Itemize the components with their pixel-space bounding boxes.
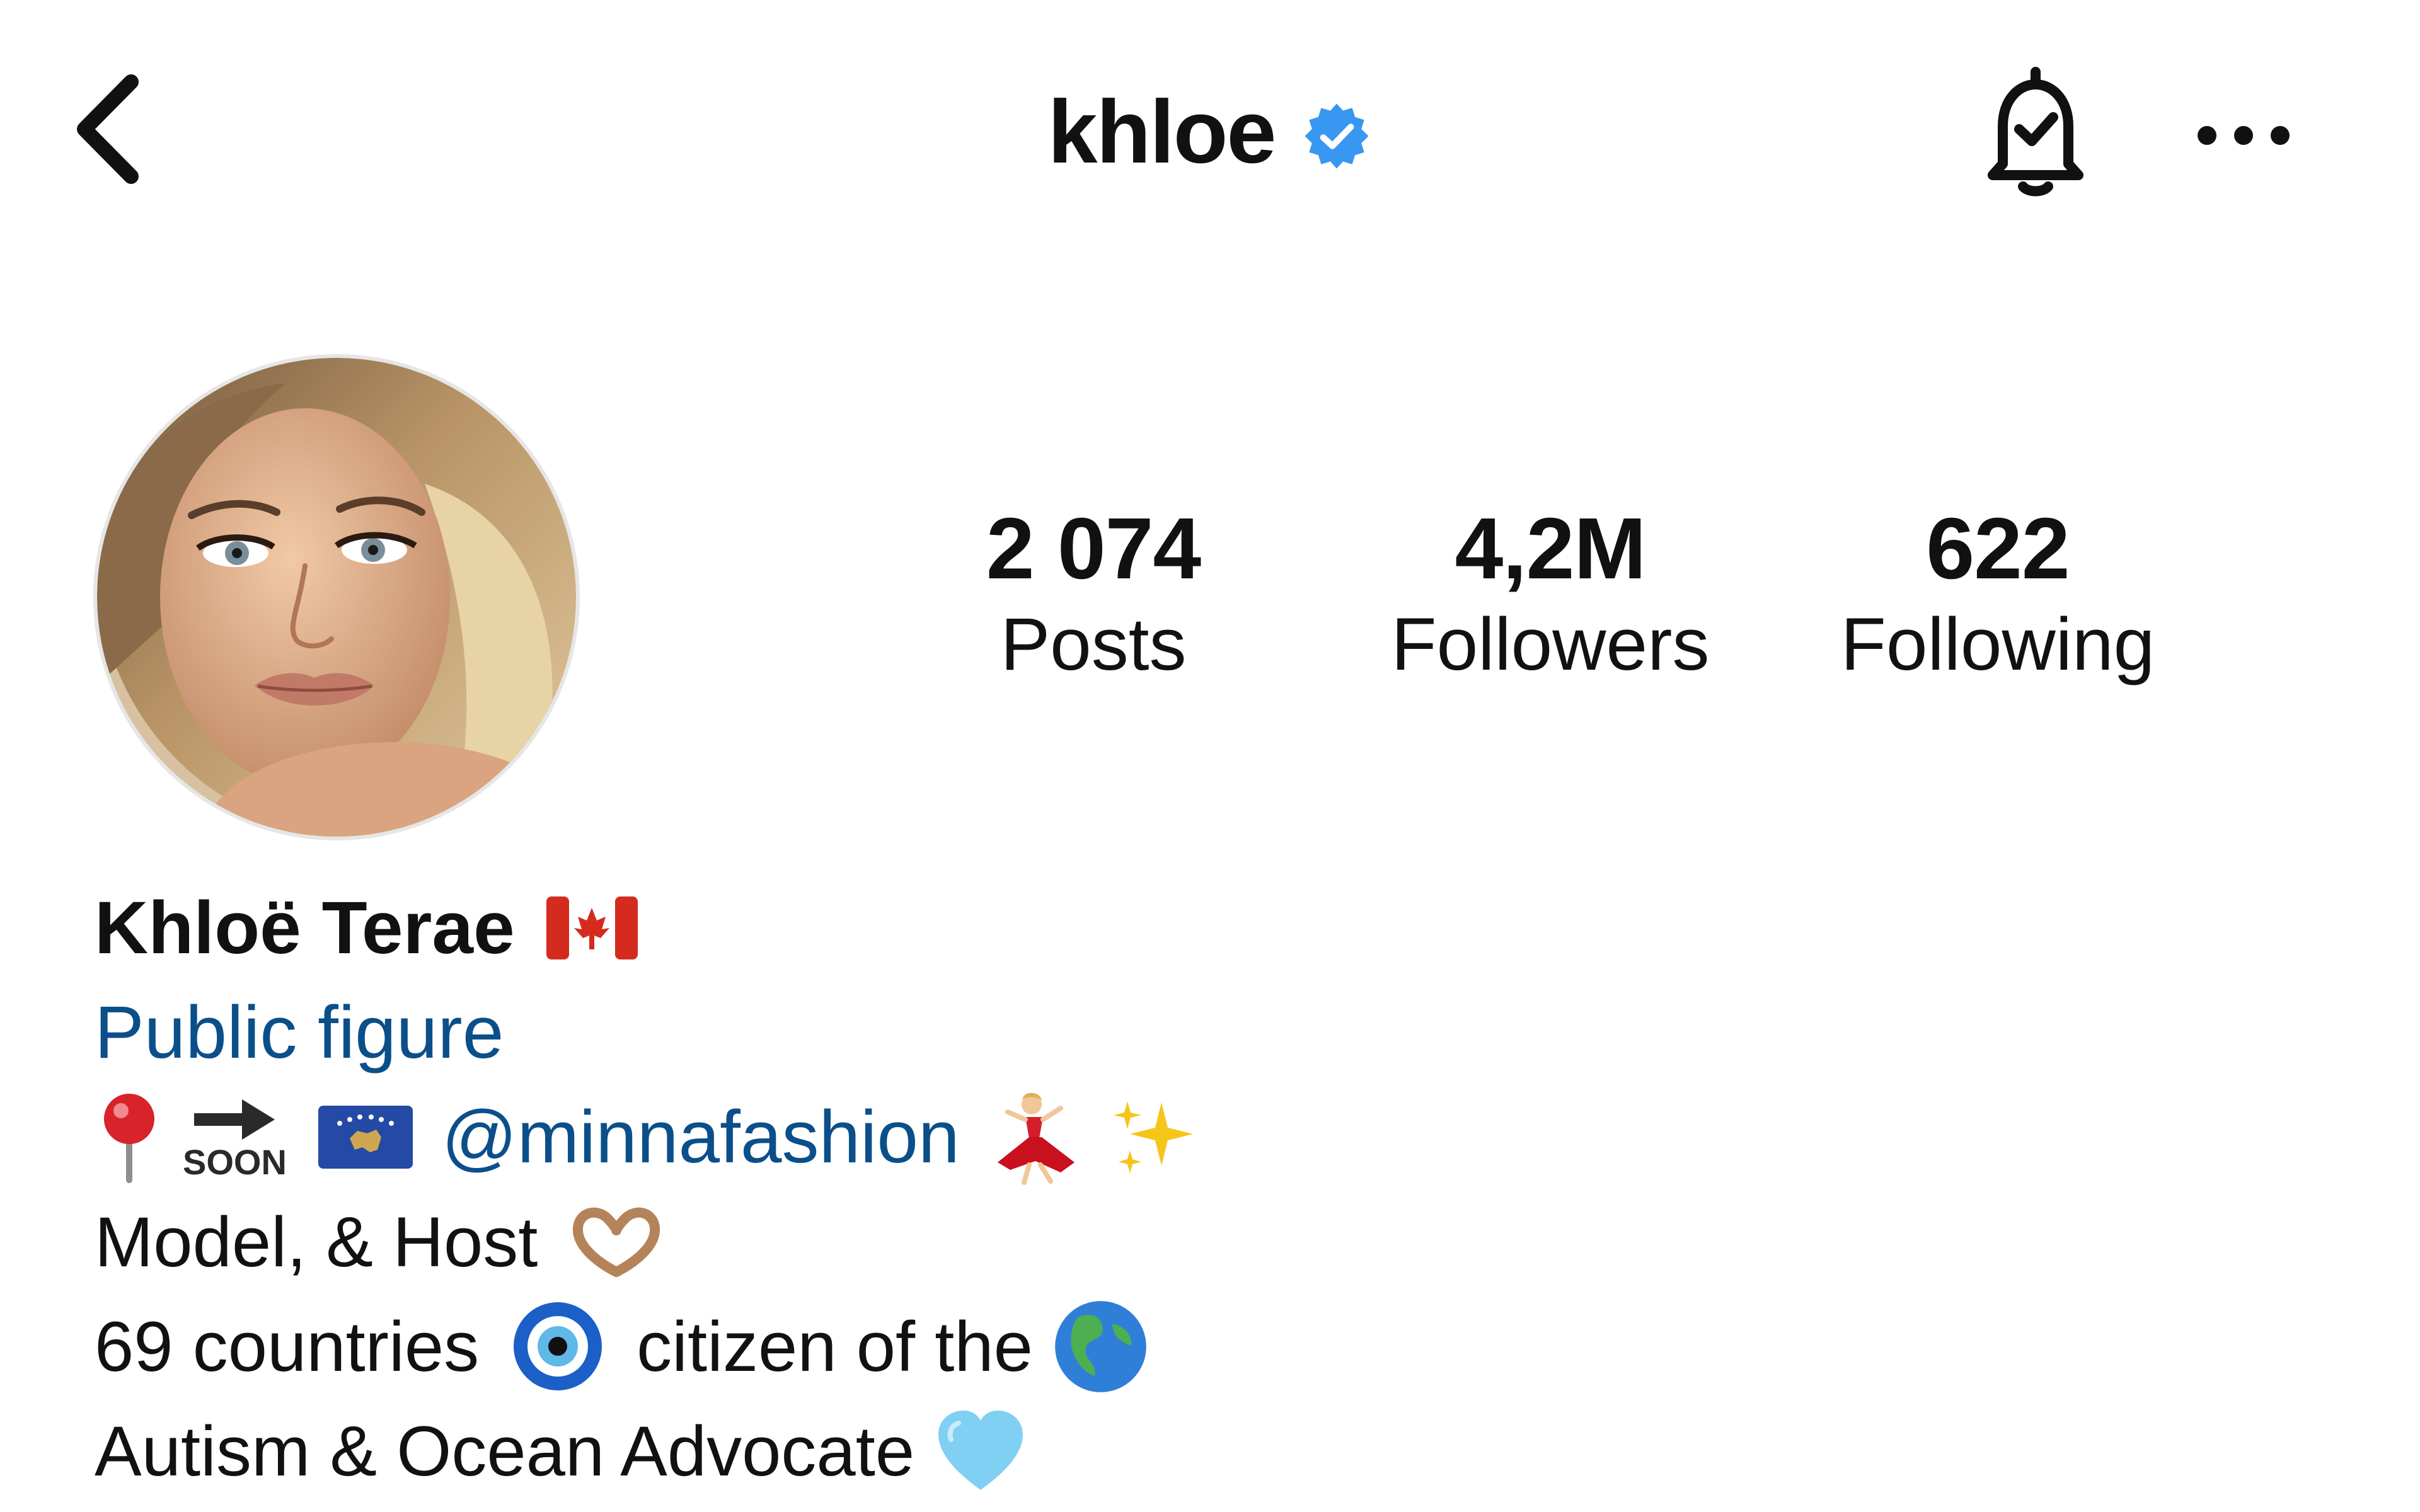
nazar-amulet-icon [514,1302,602,1390]
profile-picture-frame [93,354,580,840]
bio-category-line: Public figure [95,980,2300,1085]
posts-stat[interactable]: 2 074 Posts [917,498,1270,689]
bio-text-advocate: Autism & Ocean Advocate [95,1411,915,1491]
canada-flag-icon [546,896,638,959]
globe-americas-icon [1055,1300,1146,1392]
bio-line-2: Model, & Host [95,1189,2300,1294]
bio-text-countries: 69 countries [95,1307,480,1386]
pushpin-icon [104,1094,154,1183]
bell-check-icon [1988,67,2083,197]
bio-text-citizen: citizen of the [637,1307,1033,1386]
following-label: Following [1840,602,2155,686]
profile-category: Public figure [95,991,504,1074]
sparkles-icon [1113,1101,1193,1173]
bio-name-line: Khloë Terae [95,876,2300,980]
posts-count: 2 074 [986,500,1201,597]
followers-count: 4,2M [1455,500,1647,597]
profile-username: khloe [1047,82,1277,182]
soon-label: SOON [183,1142,287,1182]
posts-label: Posts [1000,602,1187,686]
kosovo-flag-icon [318,1106,413,1169]
following-count: 622 [1926,500,2070,597]
more-options-button[interactable] [2193,110,2294,161]
profile-page: khloe 2 074 Posts 4,2M Followers 622 Fol… [0,0,2420,1512]
bio-line-1: SOON @minnafashion [95,1085,2300,1189]
top-bar: khloe [0,0,2420,227]
notifications-button[interactable] [1973,63,2099,202]
display-name: Khloë Terae [95,886,515,970]
dancer-icon [997,1092,1075,1185]
light-blue-heart-icon [938,1411,1023,1490]
profile-picture[interactable] [97,358,576,837]
profile-bio: Khloë Terae Public figure SOON @minnafas… [95,876,2300,1503]
heart-hands-icon [573,1207,660,1277]
following-stat[interactable]: 622 Following [1821,498,2174,689]
mention-link[interactable]: @minnafashion [442,1094,960,1180]
bio-text-model-host: Model, & Host [95,1202,538,1281]
followers-stat[interactable]: 4,2M Followers [1374,498,1727,689]
followers-label: Followers [1391,602,1710,686]
verified-badge-icon [1305,103,1369,169]
bio-line-4: Autism & Ocean Advocate [95,1399,2300,1503]
bio-line-3: 69 countries citizen of the [95,1294,2300,1399]
arrow-right-icon [194,1099,275,1140]
more-horizontal-icon [2198,126,2290,145]
